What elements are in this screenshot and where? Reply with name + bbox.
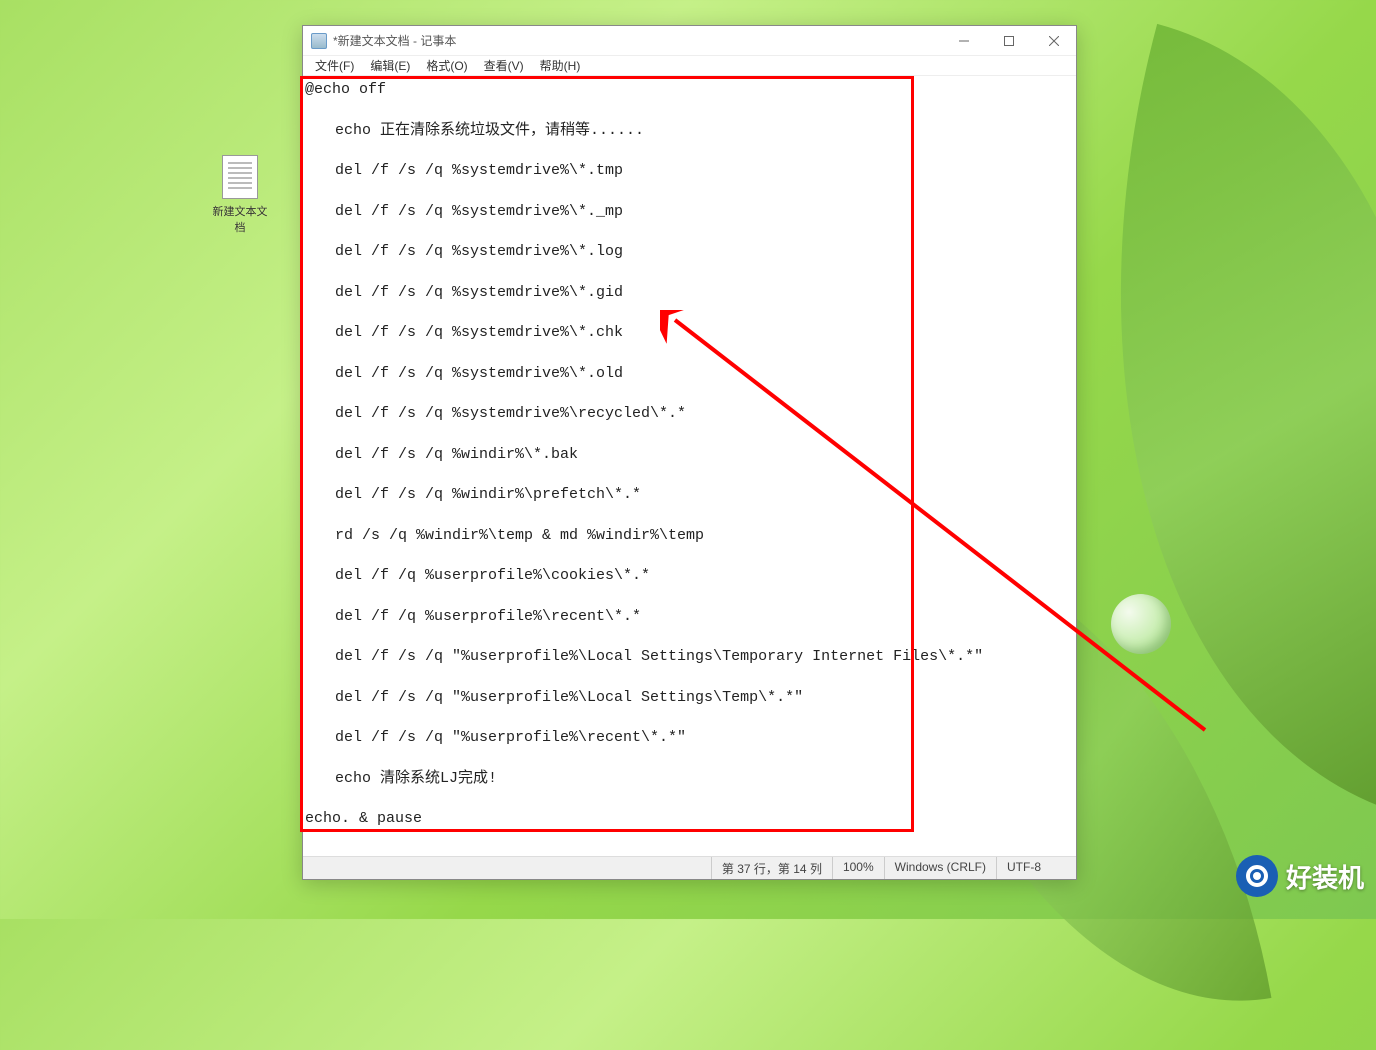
- status-line-ending: Windows (CRLF): [884, 857, 996, 879]
- desktop-icon-label: 新建文本文档: [210, 203, 270, 235]
- menu-view[interactable]: 查看(V): [476, 56, 532, 75]
- menu-edit[interactable]: 编辑(E): [362, 56, 418, 75]
- menubar: 文件(F) 编辑(E) 格式(O) 查看(V) 帮助(H): [303, 56, 1076, 76]
- window-controls: [941, 27, 1076, 55]
- status-zoom: 100%: [832, 857, 884, 879]
- status-position: 第 37 行，第 14 列: [711, 857, 832, 879]
- menu-file[interactable]: 文件(F): [307, 56, 362, 75]
- maximize-button[interactable]: [986, 27, 1031, 55]
- minimize-icon: [959, 36, 969, 46]
- minimize-button[interactable]: [941, 27, 986, 55]
- watermark-logo-icon: [1236, 855, 1278, 897]
- menu-help[interactable]: 帮助(H): [532, 56, 589, 75]
- textfile-icon: [222, 155, 258, 199]
- notepad-window: *新建文本文档 - 记事本 文件(F) 编辑(E) 格式(O) 查看(V) 帮助…: [302, 25, 1077, 880]
- watermark: 好装机: [1236, 855, 1364, 897]
- window-title: *新建文本文档 - 记事本: [333, 32, 941, 49]
- watermark-text: 好装机: [1286, 858, 1364, 895]
- editor-textarea[interactable]: @echo off echo 正在清除系统垃圾文件，请稍等...... del …: [303, 76, 1076, 856]
- wallpaper-water-drop: [1111, 594, 1171, 654]
- close-icon: [1049, 36, 1059, 46]
- statusbar: 第 37 行，第 14 列 100% Windows (CRLF) UTF-8: [303, 856, 1076, 879]
- maximize-icon: [1004, 36, 1014, 46]
- close-button[interactable]: [1031, 27, 1076, 55]
- status-encoding: UTF-8: [996, 857, 1076, 879]
- notepad-app-icon: [311, 33, 327, 49]
- editor-area: @echo off echo 正在清除系统垃圾文件，请稍等...... del …: [303, 76, 1076, 856]
- titlebar[interactable]: *新建文本文档 - 记事本: [303, 26, 1076, 56]
- desktop-icon-textfile[interactable]: 新建文本文档: [210, 155, 270, 235]
- menu-format[interactable]: 格式(O): [418, 56, 475, 75]
